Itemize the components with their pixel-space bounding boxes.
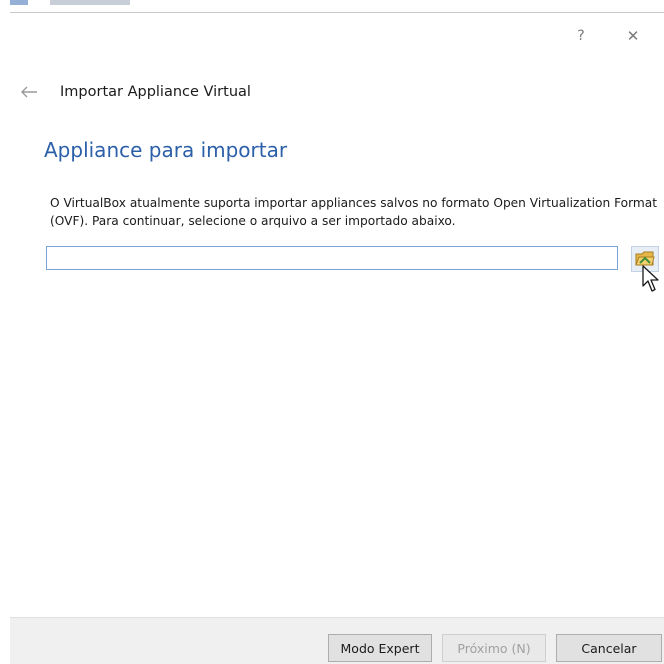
back-button[interactable]: [18, 81, 40, 103]
window-top-strip: [0, 0, 664, 14]
back-arrow-icon: [21, 86, 37, 98]
help-button[interactable]: ?: [566, 24, 596, 48]
title-bar-controls: ? ✕: [566, 24, 664, 48]
description-text: O VirtualBox atualmente suporta importar…: [50, 196, 658, 228]
close-icon: ✕: [626, 27, 640, 45]
background-window-bleed: [10, 0, 150, 5]
window-top-edge: [10, 12, 664, 13]
file-path-input[interactable]: [46, 246, 618, 270]
wizard-title: Importar Appliance Virtual: [60, 84, 251, 100]
next-button[interactable]: Próximo (N): [442, 634, 546, 662]
browse-file-button[interactable]: [631, 246, 659, 272]
expert-mode-button[interactable]: Modo Expert: [328, 634, 432, 662]
close-button[interactable]: ✕: [602, 24, 664, 48]
wizard-footer: Modo Expert Próximo (N) Cancelar: [10, 617, 664, 664]
cancel-button[interactable]: Cancelar: [556, 634, 662, 662]
folder-icon: [635, 251, 655, 266]
help-icon: ?: [577, 28, 585, 44]
wizard-header: Importar Appliance Virtual: [18, 78, 251, 106]
page-title: Appliance para importar: [44, 138, 288, 162]
import-appliance-wizard: ? ✕ Importar Appliance Virtual Appliance…: [0, 0, 664, 664]
